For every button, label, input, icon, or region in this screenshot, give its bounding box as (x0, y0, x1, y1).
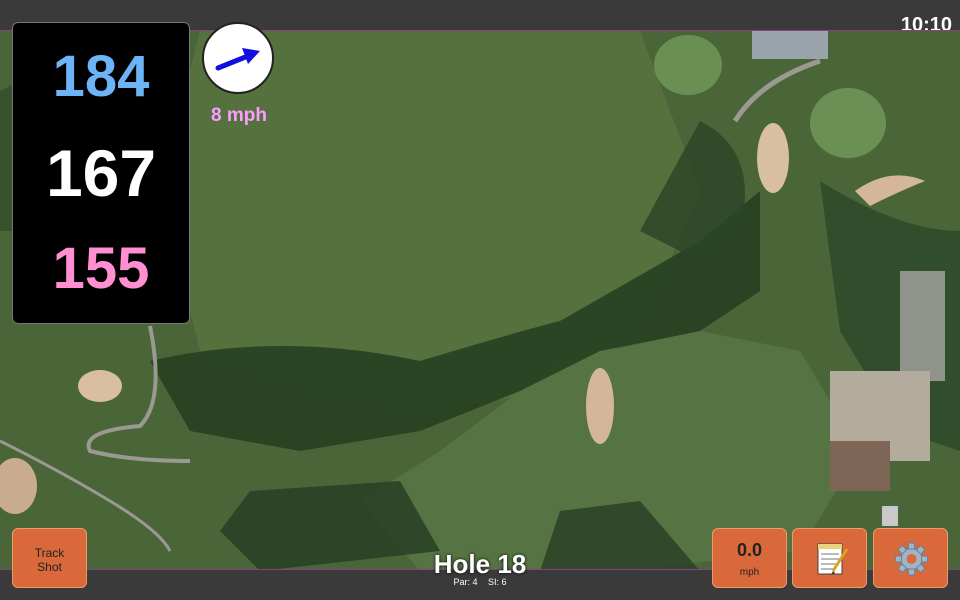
notepad-icon (817, 543, 849, 575)
yardage-middle: 167 (45, 136, 157, 210)
hole-info: Par: 4 SI: 6 (380, 577, 580, 587)
notes-button[interactable] (792, 528, 867, 588)
yardage-back: 184 (52, 44, 150, 109)
track-shot-label-line2: Shot (37, 560, 62, 574)
hole-par: Par: 4 (453, 577, 478, 587)
speed-value: 0.0 (736, 540, 763, 560)
yardage-panel: 184 167 155 (12, 22, 190, 324)
wind-indicator (202, 22, 274, 94)
gear-icon (895, 542, 928, 576)
speed-unit: mph (739, 567, 760, 578)
hole-stroke-index: SI: 6 (488, 577, 507, 587)
wind-arrow-icon (215, 48, 260, 71)
wind-speed-label: 8 mph (211, 105, 267, 126)
track-shot-button[interactable]: Track Shot (12, 528, 87, 588)
hole-title: Hole 18 (433, 549, 527, 579)
yardage-front: 155 (52, 236, 150, 301)
speed-button[interactable]: 0.0 mph (712, 528, 787, 588)
track-shot-label-line1: Track (34, 546, 65, 560)
settings-button[interactable] (873, 528, 948, 588)
